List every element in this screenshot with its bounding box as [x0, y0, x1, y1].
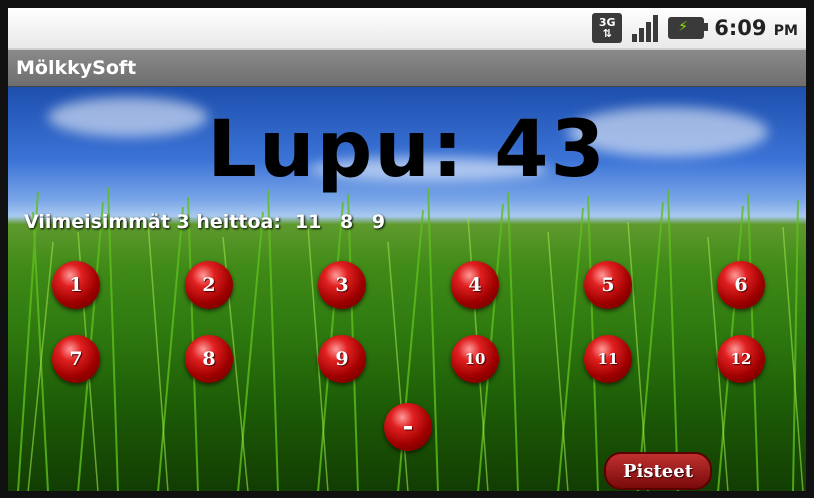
pin-button-10[interactable]: 10 [451, 335, 499, 383]
pin-button-8[interactable]: 8 [185, 335, 233, 383]
miss-button[interactable]: - [384, 403, 432, 451]
pin-button-4[interactable]: 4 [451, 261, 499, 309]
data-arrows-icon: ⇅ [602, 27, 612, 40]
pin-button-9[interactable]: 9 [318, 335, 366, 383]
signal-strength-icon [632, 14, 659, 42]
pin-button-6[interactable]: 6 [717, 261, 765, 309]
current-score: Lupu: 43 [207, 105, 607, 195]
pin-button-1[interactable]: 1 [52, 261, 100, 309]
scores-button[interactable]: Pisteet [604, 452, 712, 490]
game-screen: Lupu: 43 Viimeisimmät 3 heittoa: 11 8 9 1… [8, 87, 806, 491]
clock-ampm: PM [773, 23, 798, 39]
recent-throws: Viimeisimmät 3 heittoa: 11 8 9 [24, 211, 385, 233]
charging-bolt-icon: ⚡ [678, 19, 689, 35]
status-clock: 6:09 PM [714, 16, 798, 40]
recent-throws-values: 11 8 9 [294, 211, 386, 233]
pin-button-12[interactable]: 12 [717, 335, 765, 383]
status-icons: 3G ⇅ ⚡ 6:09 PM [592, 13, 798, 43]
network-3g-icon: 3G ⇅ [592, 13, 623, 43]
pin-button-2[interactable]: 2 [185, 261, 233, 309]
pin-button-5[interactable]: 5 [584, 261, 632, 309]
app-title-bar: MölkkySoft [8, 50, 806, 87]
recent-throws-label: Viimeisimmät 3 heittoa: [24, 211, 281, 233]
battery-charging-icon: ⚡ [668, 17, 709, 39]
pin-button-3[interactable]: 3 [318, 261, 366, 309]
app-title: MölkkySoft [16, 57, 137, 79]
pin-button-7[interactable]: 7 [52, 335, 100, 383]
status-bar: 3G ⇅ ⚡ 6:09 PM [8, 8, 806, 50]
pin-button-11[interactable]: 11 [584, 335, 632, 383]
clock-time: 6:09 [714, 16, 767, 40]
device-frame: 3G ⇅ ⚡ 6:09 PM MölkkySoft Lupu: 43 Viime… [0, 0, 814, 498]
